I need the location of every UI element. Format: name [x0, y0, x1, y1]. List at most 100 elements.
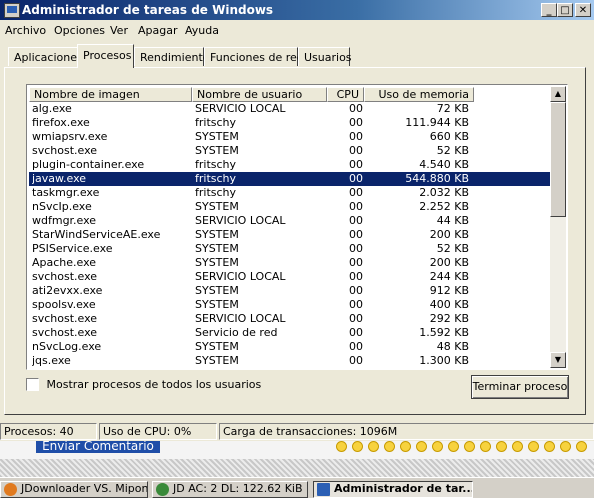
process-image-name: plugin-container.exe [32, 158, 145, 171]
process-image-name: svchost.exe [32, 326, 98, 339]
tab-aplicaciones[interactable]: Aplicaciones [8, 47, 83, 66]
smiley-icon[interactable] [512, 441, 523, 452]
process-row[interactable]: Apache.exe SYSTEM 00 200 KB [29, 256, 551, 270]
menu-ayuda[interactable]: Ayuda [185, 24, 219, 37]
process-row[interactable]: ati2evxx.exe SYSTEM 00 912 KB [29, 284, 551, 298]
end-process-button[interactable]: Terminar proceso [471, 375, 569, 399]
process-user-name: SERVICIO LOCAL [195, 102, 286, 115]
column-header-memory[interactable]: Uso de memoria [364, 87, 474, 102]
process-row[interactable]: nSvcLog.exe SYSTEM 00 48 KB [29, 340, 551, 354]
process-row[interactable]: taskmgr.exe fritschy 00 2.032 KB [29, 186, 551, 200]
smiley-icon[interactable] [576, 441, 587, 452]
process-image-name: firefox.exe [32, 116, 90, 129]
process-user-name: SYSTEM [195, 256, 239, 269]
process-row[interactable]: svchost.exe SERVICIO LOCAL 00 292 KB [29, 312, 551, 326]
process-user-name: fritschy [195, 158, 237, 171]
scroll-up-arrow-icon[interactable]: ▲ [550, 86, 566, 102]
taskbar-button-task-manager[interactable]: Administrador de tar... [313, 481, 473, 498]
process-user-name: SYSTEM [195, 298, 239, 311]
process-row[interactable]: jqs.exe SYSTEM 00 1.300 KB [29, 354, 551, 368]
process-row[interactable]: plugin-container.exe fritschy 00 4.540 KB [29, 158, 551, 172]
process-row[interactable]: firefox.exe fritschy 00 111.944 KB [29, 116, 551, 130]
menu-archivo[interactable]: Archivo [5, 24, 46, 37]
process-row[interactable]: nSvcIp.exe SYSTEM 00 2.252 KB [29, 200, 551, 214]
close-button[interactable]: ✕ [575, 3, 591, 17]
process-user-name: Servicio de red [195, 326, 278, 339]
process-row[interactable]: alg.exe SERVICIO LOCAL 00 72 KB [29, 102, 551, 116]
process-row[interactable]: wmiapsrv.exe SYSTEM 00 660 KB [29, 130, 551, 144]
process-cpu: 00 [349, 228, 363, 241]
smiley-icon[interactable] [496, 441, 507, 452]
smiley-icon[interactable] [368, 441, 379, 452]
process-image-name: svchost.exe [32, 144, 98, 157]
process-row[interactable]: PSIService.exe SYSTEM 00 52 KB [29, 242, 551, 256]
send-comment-button[interactable]: Enviar Comentario [36, 441, 160, 453]
process-image-name: ati2evxx.exe [32, 284, 103, 297]
process-row[interactable]: svchost.exe SERVICIO LOCAL 00 244 KB [29, 270, 551, 284]
process-memory: 660 KB [429, 130, 469, 143]
smiley-icon[interactable] [528, 441, 539, 452]
process-row[interactable]: wdfmgr.exe SERVICIO LOCAL 00 44 KB [29, 214, 551, 228]
process-user-name: SYSTEM [195, 228, 239, 241]
process-row[interactable]: javaw.exe fritschy 00 544.880 KB [29, 172, 551, 186]
smiley-icon[interactable] [480, 441, 491, 452]
process-cpu: 00 [349, 256, 363, 269]
menu-opciones[interactable]: Opciones [54, 24, 105, 37]
smiley-icon[interactable] [464, 441, 475, 452]
tab-procesos[interactable]: Procesos [77, 44, 134, 68]
process-row[interactable]: svchost.exe SYSTEM 00 52 KB [29, 144, 551, 158]
process-cpu: 00 [349, 326, 363, 339]
smiley-icon[interactable] [384, 441, 395, 452]
process-image-name: alg.exe [32, 102, 72, 115]
taskbar-button-jdownloader[interactable]: JD AC: 2 DL: 122.62 KiB [152, 481, 308, 498]
scrollbar-thumb[interactable] [550, 102, 566, 217]
process-cpu: 00 [349, 312, 363, 325]
scroll-down-arrow-icon[interactable]: ▼ [550, 352, 566, 368]
window-title: Administrador de tareas de Windows [22, 3, 274, 17]
process-memory: 200 KB [429, 256, 469, 269]
process-user-name: SYSTEM [195, 340, 239, 353]
process-image-name: jqs.exe [32, 354, 71, 367]
process-image-name: nSvcLog.exe [32, 340, 102, 353]
smiley-icon[interactable] [448, 441, 459, 452]
process-memory: 400 KB [429, 298, 469, 311]
process-row[interactable]: svchost.exe Servicio de red 00 1.592 KB [29, 326, 551, 340]
smiley-icon[interactable] [416, 441, 427, 452]
process-memory: 72 KB [436, 102, 469, 115]
menu-ver[interactable]: Ver [110, 24, 128, 37]
tab-rendimiento[interactable]: Rendimiento [134, 47, 209, 66]
smiley-icon[interactable] [544, 441, 555, 452]
process-row[interactable]: spoolsv.exe SYSTEM 00 400 KB [29, 298, 551, 312]
process-row[interactable]: StarWindServiceAE.exe SYSTEM 00 200 KB [29, 228, 551, 242]
process-list[interactable]: Nombre de imagen Nombre de usuario CPU U… [26, 84, 568, 370]
column-header-user-name[interactable]: Nombre de usuario [192, 87, 327, 102]
show-all-users-checkbox[interactable] [26, 377, 39, 391]
background-window: Enviar Comentario [0, 441, 594, 477]
column-header-image-name[interactable]: Nombre de imagen [29, 87, 192, 102]
process-image-name: PSIService.exe [32, 242, 113, 255]
process-memory: 44 KB [436, 214, 469, 227]
smiley-icon[interactable] [352, 441, 363, 452]
maximize-button[interactable]: □ [557, 3, 573, 17]
smiley-icon[interactable] [560, 441, 571, 452]
process-memory: 2.032 KB [419, 186, 469, 199]
process-memory: 2.252 KB [419, 200, 469, 213]
process-image-name: taskmgr.exe [32, 186, 100, 199]
smiley-icon[interactable] [336, 441, 347, 452]
taskbar: JDownloader VS. Mipony... JD AC: 2 DL: 1… [0, 477, 594, 498]
tab-usuarios[interactable]: Usuarios [298, 47, 352, 66]
process-image-name: wdfmgr.exe [32, 214, 97, 227]
title-bar[interactable]: Administrador de tareas de Windows _ □ ✕ [0, 0, 594, 20]
smiley-icon[interactable] [400, 441, 411, 452]
column-header-cpu[interactable]: CPU [327, 87, 364, 102]
smiley-icon[interactable] [432, 441, 443, 452]
process-memory: 4.540 KB [419, 158, 469, 171]
taskbar-button-jdownloader-thread[interactable]: JDownloader VS. Mipony... [0, 481, 148, 498]
process-cpu: 00 [349, 242, 363, 255]
minimize-button[interactable]: _ [541, 3, 557, 17]
tab-funciones-de-red[interactable]: Funciones de red [204, 47, 304, 66]
menu-apagar[interactable]: Apagar [138, 24, 178, 37]
vertical-scrollbar[interactable]: ▲ ▼ [550, 86, 566, 368]
show-all-users-option[interactable]: Mostrar procesos de todos los usuarios [26, 377, 261, 393]
process-cpu: 00 [349, 200, 363, 213]
